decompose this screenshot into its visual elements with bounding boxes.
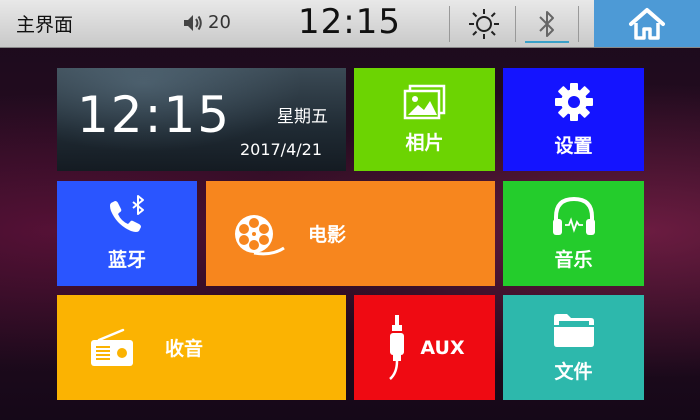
page-title: 主界面 — [16, 14, 74, 36]
status-clock: 12:15 — [298, 2, 401, 42]
home-icon — [629, 7, 665, 40]
movie-tile[interactable]: 电影 — [206, 181, 495, 286]
volume-level: 20 — [208, 12, 231, 33]
bluetooth-label: 蓝牙 — [107, 249, 146, 271]
volume-indicator[interactable]: 20 — [182, 12, 231, 33]
clock-widget[interactable]: 12:15 星期五 2017/4/21 — [57, 68, 346, 171]
brightness-icon — [469, 8, 499, 39]
bluetooth-active-indicator — [525, 41, 569, 43]
settings-tile[interactable]: 设置 — [503, 68, 644, 171]
gear-icon — [554, 83, 593, 121]
bluetooth-button[interactable] — [520, 0, 574, 47]
divider — [515, 6, 516, 42]
music-tile[interactable]: 音乐 — [503, 181, 644, 286]
volume-icon — [184, 14, 202, 31]
radio-label: 收音 — [165, 338, 204, 360]
bluetooth-icon — [539, 10, 554, 37]
home-button[interactable] — [594, 0, 700, 47]
music-label: 音乐 — [554, 249, 593, 271]
photo-icon — [403, 84, 445, 120]
widget-time: 12:15 — [77, 86, 232, 144]
widget-weekday: 星期五 — [277, 107, 328, 127]
bluetooth-tile[interactable]: 蓝牙 — [57, 181, 197, 286]
brightness-button[interactable] — [456, 0, 512, 47]
photos-label: 相片 — [405, 132, 444, 154]
aux-cable-icon — [389, 314, 405, 380]
divider — [449, 6, 450, 42]
radio-icon — [91, 328, 133, 366]
photos-tile[interactable]: 相片 — [354, 68, 495, 171]
settings-label: 设置 — [554, 135, 593, 157]
film-reel-icon — [235, 214, 285, 255]
files-tile[interactable]: 文件 — [503, 295, 644, 400]
files-label: 文件 — [554, 361, 593, 383]
aux-label: AUX — [420, 336, 465, 359]
divider — [578, 6, 579, 42]
bluetooth-phone-icon — [110, 195, 144, 232]
movie-label: 电影 — [308, 224, 347, 246]
radio-tile[interactable]: 收音 — [57, 295, 346, 400]
widget-date: 2017/4/21 — [239, 140, 322, 159]
folder-icon — [553, 314, 594, 347]
headphones-icon — [552, 196, 595, 235]
aux-tile[interactable]: AUX — [354, 295, 495, 400]
status-bar: 主界面 20 12:15 — [0, 0, 700, 48]
